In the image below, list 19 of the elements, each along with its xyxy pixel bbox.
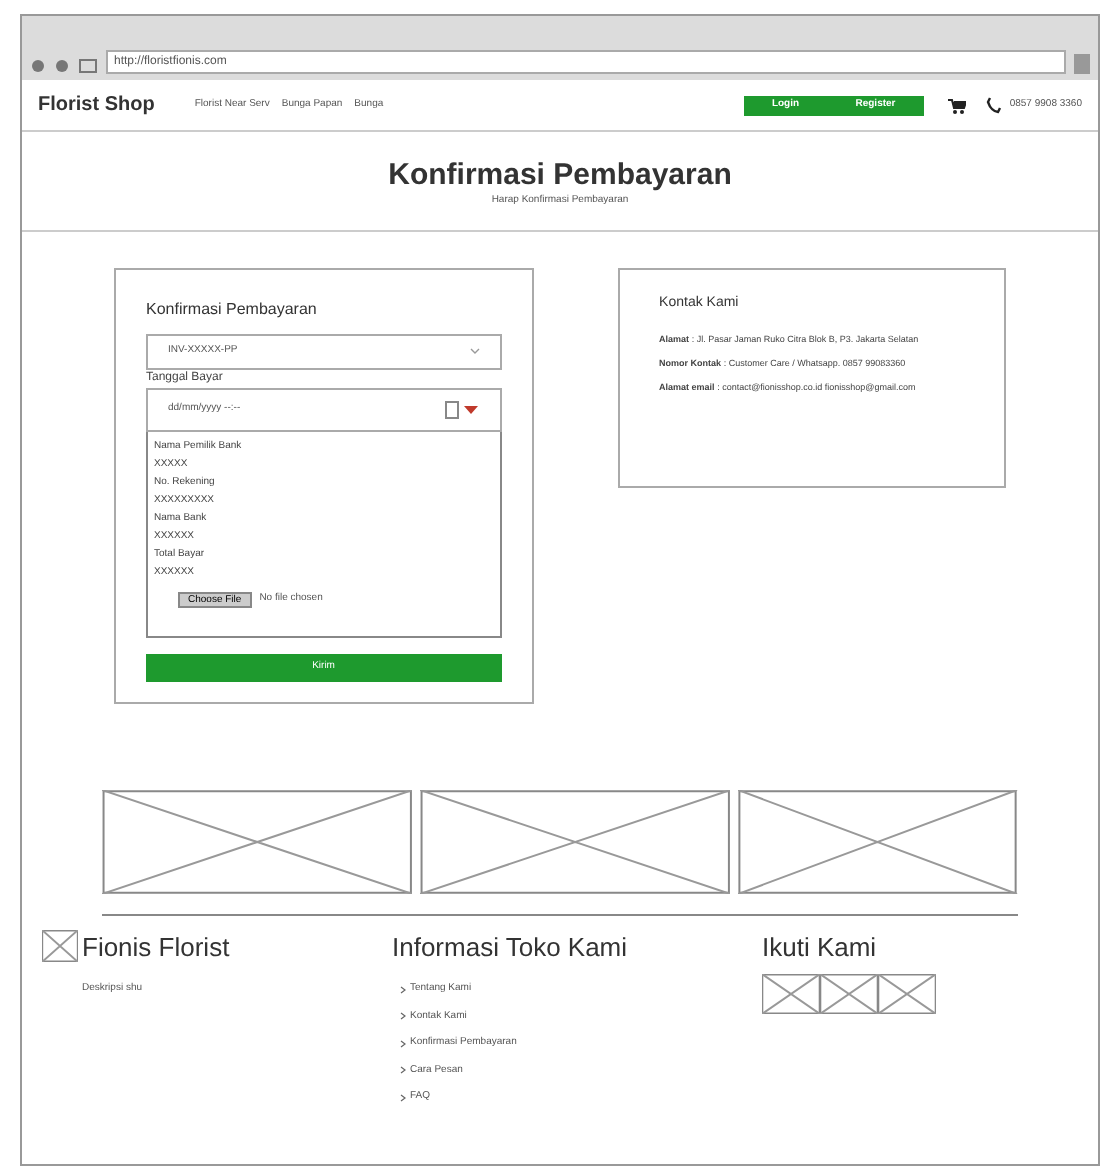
chevron-down-icon[interactable] [469,348,480,354]
cart-icon[interactable] [947,97,966,113]
footer-brand: Fionis Florist [82,929,230,965]
chevron-right-icon [400,1093,406,1102]
footer-heading: Informasi Toko Kami [392,929,630,965]
brand-logo[interactable]: Florist Shop [38,90,155,120]
logo-placeholder [42,930,78,963]
calendar-icon[interactable] [439,399,480,419]
form-title: Konfirmasi Pembayaran [146,297,319,321]
page-title: Konfirmasi Pembayaran [388,158,732,194]
chevron-right-icon [400,1066,406,1075]
social-placeholder [820,974,878,1014]
phone-icon [985,96,1002,114]
social-placeholder [878,974,936,1014]
social-placeholder [762,974,820,1014]
chevron-right-icon [400,1039,406,1048]
chevron-right-icon [400,1012,406,1021]
footer-heading: Ikuti Kami [762,929,879,965]
chevron-right-icon [400,985,406,994]
